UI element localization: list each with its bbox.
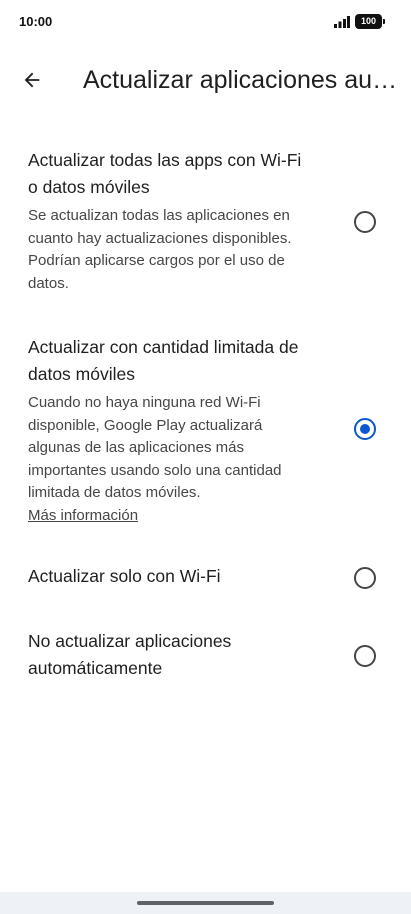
more-info-link[interactable]: Más información <box>28 507 138 524</box>
status-time: 10:00 <box>19 14 53 29</box>
battery-icon: 100 <box>355 14 385 29</box>
home-indicator[interactable] <box>137 901 274 905</box>
app-bar: Actualizar aplicaciones automáticamente <box>0 52 411 108</box>
navigation-bar <box>0 892 411 914</box>
option-title: No actualizar aplicaciones automáticamen… <box>28 631 232 678</box>
option-description: Cuando no haya ninguna red Wi-Fi disponi… <box>28 392 318 528</box>
radio-button[interactable] <box>354 567 376 589</box>
option-title: Actualizar solo con Wi-Fi <box>28 566 221 586</box>
status-bar: 10:00 100 <box>0 0 411 46</box>
option-title: Actualizar todas las apps con Wi-Fi o da… <box>28 150 302 197</box>
option-description: Se actualizan todas las aplicaciones en … <box>28 207 292 292</box>
signal-icon <box>334 16 350 28</box>
radio-button-selected[interactable] <box>354 418 376 440</box>
radio-button[interactable] <box>354 211 376 233</box>
radio-button[interactable] <box>354 645 376 667</box>
option-wifi-only[interactable]: Actualizar solo con Wi-Fi <box>0 562 411 594</box>
option-no-auto-update[interactable]: No actualizar aplicaciones automáticamen… <box>0 628 411 686</box>
option-description-text: Cuando no haya ninguna red Wi-Fi disponi… <box>28 394 282 502</box>
option-limited-data[interactable]: Actualizar con cantidad limitada de dato… <box>0 334 411 529</box>
arrow-back-icon <box>24 72 40 88</box>
option-title: Actualizar con cantidad limitada de dato… <box>28 337 299 384</box>
back-button[interactable] <box>14 62 50 98</box>
radio-selected-dot <box>360 424 370 434</box>
page-title: Actualizar aplicaciones automáticamente <box>83 66 403 94</box>
option-all-networks[interactable]: Actualizar todas las apps con Wi-Fi o da… <box>0 147 411 297</box>
